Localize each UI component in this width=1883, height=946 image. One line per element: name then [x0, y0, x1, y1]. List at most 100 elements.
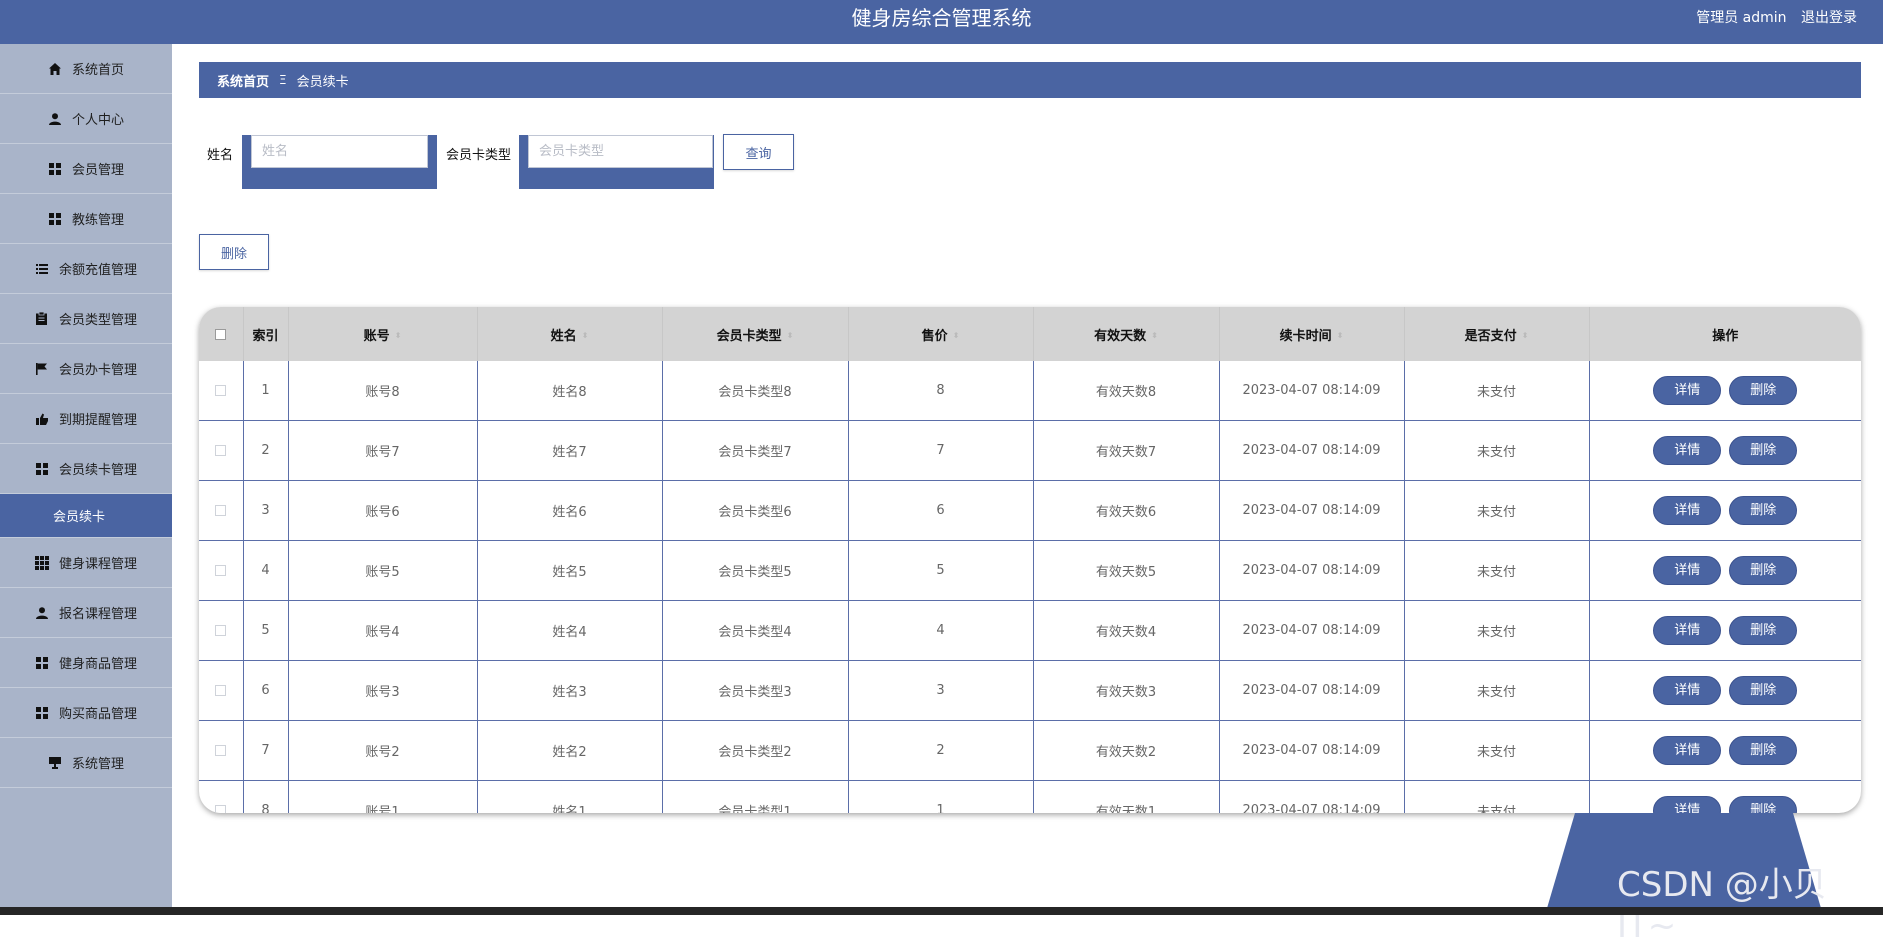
column-header[interactable]: 姓名 ⬍: [477, 307, 663, 361]
row-checkbox[interactable]: [215, 745, 227, 756]
sort-icon[interactable]: ⬍: [953, 332, 960, 340]
name-label: 姓名: [207, 148, 234, 163]
column-header[interactable]: 账号 ⬍: [288, 307, 478, 361]
cell-account: 账号1: [288, 780, 478, 813]
name-input[interactable]: [251, 135, 428, 168]
detail-button[interactable]: 详情: [1653, 496, 1722, 525]
row-delete-button[interactable]: 删除: [1729, 796, 1798, 813]
row-checkbox[interactable]: [215, 625, 227, 636]
card-type-label: 会员卡类型: [446, 148, 512, 163]
cell-paid: 未支付: [1404, 420, 1590, 481]
cell-actions: 详情 删除: [1589, 600, 1861, 661]
row-delete-button[interactable]: 删除: [1729, 436, 1798, 465]
select-all-cell: [199, 307, 244, 361]
sidebar-item-purchase[interactable]: 购买商品管理: [0, 688, 172, 738]
row-select-cell: [199, 720, 244, 781]
cell-renew-time: 2023-04-07 08:14:09: [1219, 780, 1405, 813]
cell-actions: 详情 删除: [1589, 361, 1861, 421]
batch-delete-button[interactable]: 删除: [199, 234, 269, 270]
sort-icon[interactable]: ⬍: [582, 332, 589, 340]
row-checkbox[interactable]: [215, 445, 227, 456]
sidebar-item-member-type[interactable]: 会员类型管理: [0, 294, 172, 344]
cell-paid: 未支付: [1404, 660, 1590, 721]
logout-link[interactable]: 退出登录: [1801, 10, 1857, 26]
sort-icon[interactable]: ⬍: [1522, 332, 1529, 340]
row-delete-button[interactable]: 删除: [1729, 736, 1798, 765]
sidebar-item-renewal-manage[interactable]: 会员续卡管理: [0, 444, 172, 494]
cell-card-type: 会员卡类型2: [662, 720, 849, 781]
row-select-cell: [199, 660, 244, 721]
cell-actions: 详情 删除: [1589, 540, 1861, 601]
detail-button[interactable]: 详情: [1653, 436, 1722, 465]
sidebar-item-profile[interactable]: 个人中心: [0, 94, 172, 144]
clipboard-icon: [35, 312, 49, 326]
sidebar-item-home[interactable]: 系统首页: [0, 44, 172, 94]
column-header[interactable]: 售价 ⬍: [848, 307, 1034, 361]
table-row: 6 账号3 姓名3 会员卡类型3 3 有效天数3 2023-04-07 08:14:09 未支…: [199, 660, 1861, 721]
sidebar-item-renewal[interactable]: 会员续卡: [0, 494, 172, 538]
sort-icon[interactable]: ⬍: [787, 332, 794, 340]
row-checkbox[interactable]: [215, 685, 227, 696]
sidebar-item-goods[interactable]: 健身商品管理: [0, 638, 172, 688]
row-delete-button[interactable]: 删除: [1729, 496, 1798, 525]
cell-card-type: 会员卡类型7: [662, 420, 849, 481]
sidebar-item-label: 系统管理: [71, 757, 124, 772]
card-type-input[interactable]: [528, 135, 713, 168]
grid-icon: [35, 706, 49, 720]
row-checkbox[interactable]: [215, 565, 227, 576]
cell-name: 姓名7: [477, 420, 663, 481]
row-checkbox[interactable]: [215, 805, 227, 813]
row-delete-button[interactable]: 删除: [1729, 676, 1798, 705]
sidebar-item-label: 健身课程管理: [58, 557, 137, 572]
grid-icon: [48, 162, 62, 176]
cell-index: 7: [243, 720, 289, 781]
sidebar: 系统首页 个人中心 会员管理 教练管理 余额充值管理 会员类型管理 会员办卡管理: [0, 44, 172, 915]
sort-icon[interactable]: ⬍: [1337, 332, 1344, 340]
select-all-checkbox[interactable]: [215, 328, 227, 340]
detail-button[interactable]: 详情: [1653, 736, 1722, 765]
user-role: 管理员 admin: [1696, 10, 1787, 26]
cell-index: 8: [243, 780, 289, 813]
cell-name: 姓名1: [477, 780, 663, 813]
app-title: 健身房综合管理系统: [851, 6, 1032, 30]
cell-renew-time: 2023-04-07 08:14:09: [1219, 480, 1405, 541]
detail-button[interactable]: 详情: [1653, 556, 1722, 585]
sidebar-item-card-issue[interactable]: 会员办卡管理: [0, 344, 172, 394]
query-button[interactable]: 查询: [723, 134, 794, 170]
sidebar-item-label: 购买商品管理: [58, 707, 137, 722]
sidebar-item-coach[interactable]: 教练管理: [0, 194, 172, 244]
top-bar: 健身房综合管理系统 管理员 admin 退出登录: [0, 0, 1883, 44]
sidebar-item-expiry[interactable]: 到期提醒管理: [0, 394, 172, 444]
detail-button[interactable]: 详情: [1653, 616, 1722, 645]
cell-renew-time: 2023-04-07 08:14:09: [1219, 600, 1405, 661]
column-header[interactable]: 有效天数 ⬍: [1033, 307, 1220, 361]
table-row: 4 账号5 姓名5 会员卡类型5 5 有效天数5 2023-04-07 08:14:09 未支…: [199, 540, 1861, 601]
sort-icon[interactable]: ⬍: [395, 332, 402, 340]
sidebar-item-label: 会员管理: [71, 163, 124, 178]
row-delete-button[interactable]: 删除: [1729, 376, 1798, 405]
row-delete-button[interactable]: 删除: [1729, 556, 1798, 585]
sidebar-item-member[interactable]: 会员管理: [0, 144, 172, 194]
column-header[interactable]: 会员卡类型 ⬍: [662, 307, 849, 361]
sidebar-item-system[interactable]: 系统管理: [0, 738, 172, 788]
cell-account: 账号7: [288, 420, 478, 481]
column-header[interactable]: 续卡时间 ⬍: [1219, 307, 1405, 361]
sidebar-item-label: 会员续卡管理: [58, 463, 137, 478]
sort-icon[interactable]: ⬍: [1151, 332, 1158, 340]
table-header-row: 索引 账号 ⬍ 姓名 ⬍ 会员卡类型 ⬍ 售价 ⬍ 有效天数 ⬍ 续卡时间 ⬍ 是否支付 ⬍ …: [199, 307, 1861, 361]
row-checkbox[interactable]: [215, 505, 227, 516]
detail-button[interactable]: 详情: [1653, 796, 1722, 813]
breadcrumb: 系统首页 Ξ 会员续卡: [199, 62, 1861, 98]
breadcrumb-home[interactable]: 系统首页: [217, 71, 269, 90]
sidebar-item-recharge[interactable]: 余额充值管理: [0, 244, 172, 294]
sidebar-item-course-signup[interactable]: 报名课程管理: [0, 588, 172, 638]
sidebar-item-label: 健身商品管理: [58, 657, 137, 672]
detail-button[interactable]: 详情: [1653, 376, 1722, 405]
card-type-input-wrap: [519, 135, 714, 189]
column-header[interactable]: 是否支付 ⬍: [1404, 307, 1590, 361]
sidebar-item-course[interactable]: 健身课程管理: [0, 538, 172, 588]
detail-button[interactable]: 详情: [1653, 676, 1722, 705]
row-checkbox[interactable]: [215, 385, 227, 396]
row-delete-button[interactable]: 删除: [1729, 616, 1798, 645]
cell-index: 2: [243, 420, 289, 481]
